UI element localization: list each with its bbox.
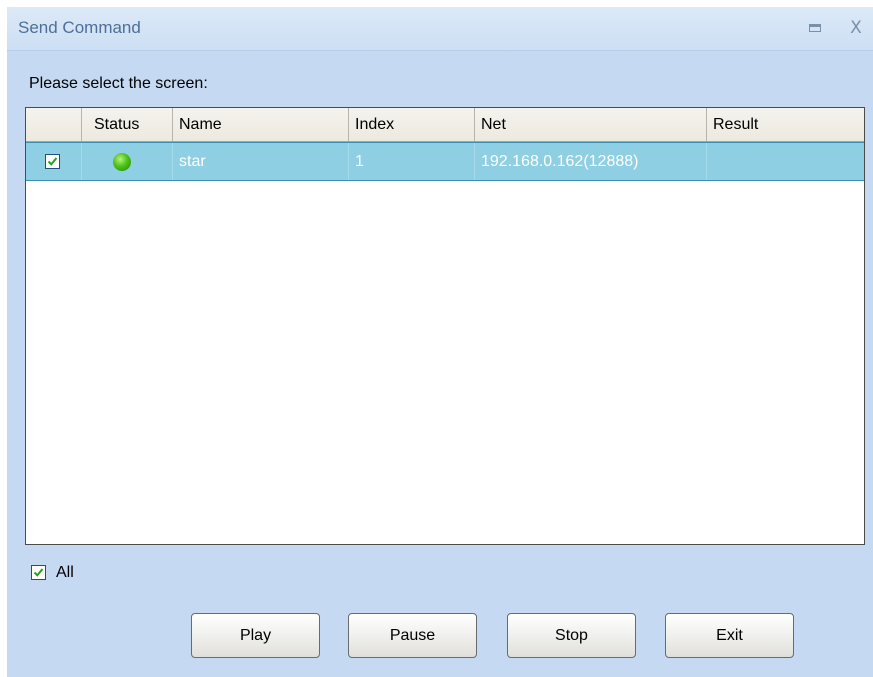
column-header-result[interactable]: Result <box>707 108 864 141</box>
row-checkbox-cell <box>26 143 82 180</box>
select-all-label[interactable]: All <box>56 564 74 582</box>
screen-list-table[interactable]: Status Name Index Net Result star 1 192.… <box>25 107 865 545</box>
checkmark-icon <box>33 568 44 577</box>
column-header-net[interactable]: Net <box>475 108 707 141</box>
select-screen-label: Please select the screen: <box>29 75 208 92</box>
column-header-checkbox <box>26 108 82 141</box>
stop-button[interactable]: Stop <box>507 613 636 658</box>
close-icon[interactable]: X <box>847 19 865 37</box>
column-header-name[interactable]: Name <box>173 108 349 141</box>
checkmark-icon <box>47 157 58 166</box>
status-cell <box>82 143 173 180</box>
select-all-checkbox[interactable] <box>31 565 46 580</box>
table-header: Status Name Index Net Result <box>26 108 864 142</box>
window-title: Send Command <box>18 18 141 37</box>
result-cell <box>707 143 864 180</box>
status-online-led-icon <box>113 153 131 171</box>
name-cell: star <box>173 143 349 180</box>
table-row[interactable]: star 1 192.168.0.162(12888) <box>26 142 864 181</box>
window-minimize-icon[interactable] <box>806 19 824 37</box>
title-bar[interactable]: Send Command X <box>7 7 873 51</box>
column-header-status[interactable]: Status <box>82 108 173 141</box>
net-cell: 192.168.0.162(12888) <box>475 143 707 180</box>
row-checkbox[interactable] <box>45 154 60 169</box>
index-cell: 1 <box>349 143 475 180</box>
column-header-index[interactable]: Index <box>349 108 475 141</box>
exit-button[interactable]: Exit <box>665 613 794 658</box>
send-command-dialog: Send Command X Please select the screen:… <box>7 7 873 677</box>
pause-button[interactable]: Pause <box>348 613 477 658</box>
play-button[interactable]: Play <box>191 613 320 658</box>
